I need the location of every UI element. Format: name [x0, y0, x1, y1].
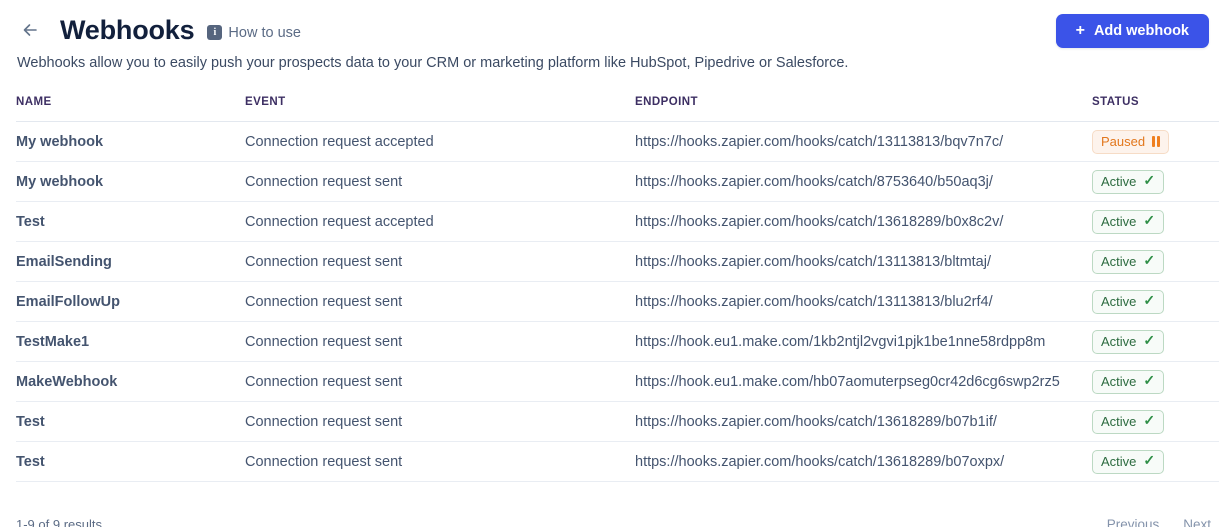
status-badge[interactable]: Active ✓: [1092, 409, 1165, 434]
cell-name: MakeWebhook: [16, 361, 245, 402]
cell-event: Connection request sent: [245, 401, 635, 442]
cell-event: Connection request sent: [245, 441, 635, 482]
cell-event: Connection request accepted: [245, 121, 635, 162]
table-row[interactable]: EmailSending Connection request sent https…: [16, 241, 1219, 282]
cell-name: Test: [16, 441, 245, 482]
page-description: Webhooks allow you to easily push your p…: [17, 55, 849, 71]
cell-name: EmailFollowUp: [16, 281, 245, 322]
check-icon: ✓: [1143, 212, 1156, 228]
plus-icon: +: [1075, 21, 1085, 39]
status-badge-label: Active: [1101, 173, 1137, 189]
status-badge[interactable]: Active ✓: [1092, 209, 1165, 234]
cell-endpoint: https://hooks.zapier.com/hooks/catch/131…: [635, 241, 1092, 282]
cell-endpoint: https://hooks.zapier.com/hooks/catch/131…: [635, 281, 1092, 322]
cell-event: Connection request sent: [245, 361, 635, 402]
cell-status: Active ✓: [1092, 441, 1219, 482]
cell-status: Active ✓: [1092, 361, 1219, 402]
add-webhook-label: Add webhook: [1093, 23, 1189, 39]
cell-status: Active ✓: [1092, 161, 1219, 202]
how-to-use-link[interactable]: i How to use: [207, 25, 301, 41]
column-header-endpoint[interactable]: ENDPOINT: [635, 96, 1092, 122]
status-badge-label: Active: [1101, 213, 1137, 229]
status-badge-label: Active: [1101, 293, 1137, 309]
cell-status: Active ✓: [1092, 321, 1219, 362]
cell-endpoint: https://hooks.zapier.com/hooks/catch/131…: [635, 121, 1092, 162]
cell-status: Active ✓: [1092, 401, 1219, 442]
table-row[interactable]: TestMake1 Connection request sent https://…: [16, 321, 1219, 362]
status-badge-label: Active: [1101, 333, 1137, 349]
check-icon: ✓: [1143, 332, 1156, 348]
cell-event: Connection request accepted: [245, 201, 635, 242]
next-page-button[interactable]: Next: [1183, 517, 1211, 527]
status-badge-label: Active: [1101, 413, 1137, 429]
webhooks-page: Webhooks i How to use + Add webhook Webh…: [0, 0, 1227, 527]
cell-status: Active ✓: [1092, 241, 1219, 282]
cell-endpoint: https://hooks.zapier.com/hooks/catch/136…: [635, 441, 1092, 482]
table-row[interactable]: Test Connection request sent https://hooks…: [16, 441, 1219, 482]
table-footer: 1-9 of 9 results Previous Next: [16, 504, 1211, 527]
status-badge-label: Active: [1101, 253, 1137, 269]
status-badge[interactable]: Active ✓: [1092, 289, 1165, 314]
cell-name: TestMake1: [16, 321, 245, 362]
table-row[interactable]: Test Connection request sent https://hooks…: [16, 401, 1219, 442]
webhooks-table: NAME EVENT ENDPOINT STATUS My webhook Con…: [16, 96, 1219, 482]
webhooks-table-wrap: NAME EVENT ENDPOINT STATUS My webhook Con…: [16, 96, 1219, 482]
check-icon: ✓: [1143, 252, 1156, 268]
status-badge[interactable]: Active ✓: [1092, 169, 1165, 194]
results-count: 1-9 of 9 results: [16, 516, 102, 527]
table-header-row: NAME EVENT ENDPOINT STATUS: [16, 96, 1219, 122]
check-icon: ✓: [1143, 452, 1156, 468]
cell-endpoint: https://hooks.zapier.com/hooks/catch/136…: [635, 201, 1092, 242]
cell-status: Active ✓: [1092, 201, 1219, 242]
table-head: NAME EVENT ENDPOINT STATUS: [16, 96, 1219, 122]
cell-endpoint: https://hook.eu1.make.com/hb07aomuterpse…: [635, 361, 1092, 402]
table-row[interactable]: My webhook Connection request sent https:/…: [16, 161, 1219, 202]
status-badge[interactable]: Active ✓: [1092, 369, 1165, 394]
cell-event: Connection request sent: [245, 241, 635, 282]
info-icon: i: [207, 25, 223, 40]
column-header-status[interactable]: STATUS: [1092, 96, 1219, 122]
cell-event: Connection request sent: [245, 281, 635, 322]
column-header-name[interactable]: NAME: [16, 96, 245, 122]
cell-endpoint: https://hooks.zapier.com/hooks/catch/875…: [635, 161, 1092, 202]
cell-endpoint: https://hooks.zapier.com/hooks/catch/136…: [635, 401, 1092, 442]
cell-event: Connection request sent: [245, 321, 635, 362]
check-icon: ✓: [1143, 172, 1156, 188]
cell-name: EmailSending: [16, 241, 245, 282]
add-webhook-button[interactable]: + Add webhook: [1055, 14, 1209, 48]
cell-name: Test: [16, 401, 245, 442]
table-body: My webhook Connection request accepted htt…: [16, 121, 1219, 482]
status-badge[interactable]: Active ✓: [1092, 329, 1165, 354]
cell-name: My webhook: [16, 161, 245, 202]
check-icon: ✓: [1143, 372, 1156, 388]
pagination: Previous Next: [1107, 517, 1211, 527]
check-icon: ✓: [1143, 292, 1156, 308]
cell-endpoint: https://hook.eu1.make.com/1kb2ntjl2vgvi1…: [635, 321, 1092, 362]
page-header: Webhooks i How to use + Add webhook: [16, 0, 1211, 48]
column-header-event[interactable]: EVENT: [245, 96, 635, 122]
table-row[interactable]: EmailFollowUp Connection request sent http…: [16, 281, 1219, 322]
check-icon: ✓: [1143, 412, 1156, 428]
table-row[interactable]: My webhook Connection request accepted htt…: [16, 121, 1219, 162]
arrow-left-icon[interactable]: [16, 16, 44, 44]
status-badge[interactable]: Active ✓: [1092, 249, 1165, 274]
status-badge-label: Active: [1101, 373, 1137, 389]
previous-page-button[interactable]: Previous: [1107, 517, 1160, 527]
cell-name: My webhook: [16, 121, 245, 162]
cell-status: Active ✓: [1092, 281, 1219, 322]
cell-name: Test: [16, 201, 245, 242]
how-to-use-label: How to use: [228, 24, 301, 41]
status-badge[interactable]: Paused: [1092, 129, 1170, 154]
status-badge-label: Active: [1101, 453, 1137, 469]
cell-event: Connection request sent: [245, 161, 635, 202]
table-row[interactable]: MakeWebhook Connection request sent https:…: [16, 361, 1219, 402]
page-title: Webhooks: [60, 14, 195, 45]
pause-icon: [1152, 135, 1161, 147]
cell-status: Paused: [1092, 121, 1219, 162]
table-row[interactable]: Test Connection request accepted https://h…: [16, 201, 1219, 242]
status-badge[interactable]: Active ✓: [1092, 449, 1165, 474]
status-badge-label: Paused: [1101, 133, 1146, 149]
